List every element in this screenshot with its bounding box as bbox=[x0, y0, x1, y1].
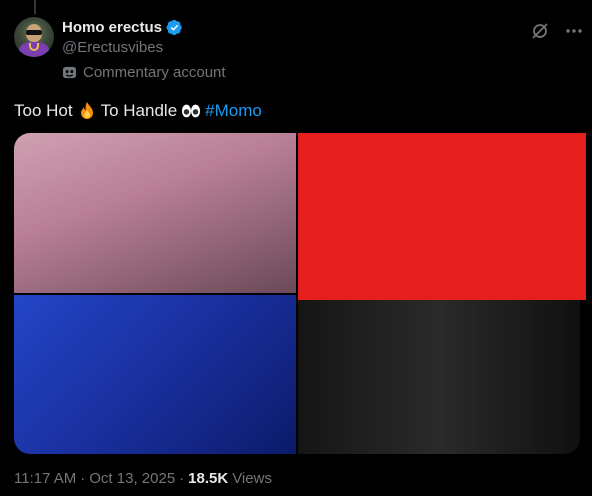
tweet-text-part1: Too Hot bbox=[14, 101, 73, 120]
more-icon[interactable] bbox=[564, 21, 584, 41]
mask-icon bbox=[62, 66, 77, 79]
account-label: Commentary account bbox=[62, 64, 226, 81]
meta-separator: · bbox=[80, 470, 86, 487]
grok-icon[interactable] bbox=[530, 21, 550, 41]
media-image-3[interactable] bbox=[14, 295, 296, 454]
eyes-emoji-icon bbox=[182, 104, 201, 118]
avatar[interactable] bbox=[14, 17, 54, 57]
media-image-1[interactable] bbox=[14, 133, 296, 293]
author-display-name[interactable]: Homo erectus bbox=[62, 19, 162, 36]
meta-separator: · bbox=[179, 470, 185, 487]
tweet-top-actions bbox=[530, 21, 584, 41]
hashtag-link[interactable]: #Momo bbox=[205, 100, 262, 122]
fire-emoji-icon bbox=[80, 102, 93, 119]
tweet-text-part2: To Handle bbox=[100, 101, 178, 120]
redaction-block bbox=[298, 133, 586, 300]
tweet-date[interactable]: Oct 13, 2025 bbox=[89, 470, 175, 487]
author-handle[interactable]: @Erectusvibes bbox=[62, 39, 183, 59]
views-label: Views bbox=[232, 470, 272, 487]
tweet-header: Homo erectus @Erectusvibes Commentary ac… bbox=[14, 17, 584, 87]
views-count[interactable]: 18.5K bbox=[188, 470, 228, 487]
tweet-metadata: 11:17 AM · Oct 13, 2025 · 18.5K Views bbox=[14, 470, 272, 487]
author-names: Homo erectus @Erectusvibes bbox=[62, 17, 183, 59]
account-label-text: Commentary account bbox=[83, 64, 226, 81]
verified-badge-icon bbox=[166, 19, 182, 35]
tweet-time[interactable]: 11:17 AM bbox=[14, 470, 76, 487]
thread-connector-line bbox=[34, 0, 36, 14]
author-display-name-row[interactable]: Homo erectus bbox=[62, 17, 183, 37]
media-image-4[interactable] bbox=[298, 295, 580, 454]
tweet-text: Too Hot To Handle #Momo bbox=[14, 100, 262, 122]
